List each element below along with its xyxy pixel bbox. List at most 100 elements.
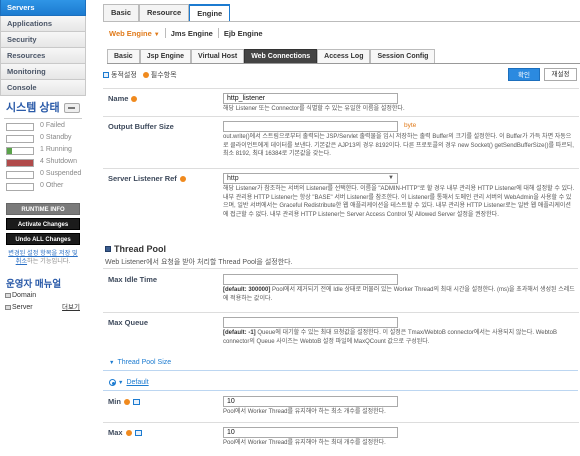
collapse-toggle-icon[interactable] xyxy=(64,103,80,113)
tab-resource[interactable]: Resource xyxy=(139,4,190,21)
field-description: Pool에서 Worker Thread를 유지해야 하는 최대 개수를 설정한… xyxy=(223,440,386,446)
changes-note-text: 하는 기능입니다. xyxy=(27,258,71,265)
status-count: 0 xyxy=(40,170,44,177)
changes-note: 변경된 설정 항목을 저장 및 취소하는 기능입니다. xyxy=(6,250,80,266)
system-status-label: 시스템 상태 xyxy=(6,102,60,114)
output-buffer-input[interactable] xyxy=(223,121,398,132)
form-row-output-buffer: Output Buffer Size byte out.write()에서 스트… xyxy=(103,116,579,168)
status-bar-fill xyxy=(7,160,33,166)
field-description: 해당 Listener 또는 Connector를 식별할 수 있는 유일한 이… xyxy=(223,106,405,112)
divider xyxy=(217,28,219,38)
required-icon xyxy=(142,72,149,78)
status-row-suspended: 0 Suspended xyxy=(0,169,86,181)
tabs-divider xyxy=(103,21,580,22)
fold-label: Thread Pool Size xyxy=(117,359,172,366)
max-queue-input[interactable] xyxy=(223,317,398,328)
status-label: 0 Standby xyxy=(40,134,72,141)
web-engine-tabs: Basic Jsp Engine Virtual Host Web Connec… xyxy=(107,49,436,63)
thread-pool-size-toggle[interactable]: ▼ Thread Pool Size xyxy=(109,359,171,366)
status-label: 0 Other xyxy=(40,182,63,189)
main-panel: Basic Resource Engine Web Engine ▼ Jms En… xyxy=(101,0,580,456)
tab-jsp-engine[interactable]: Jsp Engine xyxy=(139,49,192,63)
divider xyxy=(164,28,166,38)
name-input[interactable]: http_listener xyxy=(223,93,398,104)
form-row-max-idle: Max Idle Time [default: 300000] Pool에서 제… xyxy=(103,270,579,310)
field-description: [default: 300000] Pool에서 제거되기 전에 Idle 상태… xyxy=(223,286,576,303)
subtab-web-engine[interactable]: Web Engine ▼ xyxy=(109,29,165,38)
status-name: Shutdown xyxy=(45,158,77,165)
status-count: 0 xyxy=(40,134,44,141)
max-idle-input[interactable] xyxy=(223,274,398,285)
radio-button[interactable] xyxy=(109,379,116,386)
status-bar xyxy=(6,183,34,191)
subtab-jms-engine[interactable]: Jms Engine xyxy=(171,29,218,38)
default-value: [default: -1] xyxy=(223,330,256,336)
default-option[interactable]: ▼ Default xyxy=(109,379,149,386)
runtime-info-button[interactable]: RUNTIME INFO xyxy=(6,203,80,215)
status-name: Suspended xyxy=(45,170,82,177)
undo-changes-button[interactable]: Undo ALL Changes xyxy=(6,233,80,245)
status-name: Other xyxy=(45,182,64,189)
max-input[interactable]: 10 xyxy=(223,427,398,438)
status-row-failed: 0 Failed xyxy=(0,121,86,133)
tab-engine[interactable]: Engine xyxy=(189,4,231,21)
field-description: [default: -1] Queue에 대기할 수 있는 최대 요청값을 설정… xyxy=(223,329,576,346)
menu-item-domain[interactable]: Domain xyxy=(0,290,86,302)
field-label-text: Min xyxy=(108,397,121,406)
form-row-min: Min 10 Pool에서 Worker Thread를 유지해야 하는 최소 … xyxy=(103,392,579,420)
field-description: out.write()에서 스트림으로부터 출력되는 JSP/Servlet 출… xyxy=(223,134,574,157)
reset-button[interactable]: 재설정 xyxy=(544,68,577,81)
confirm-button[interactable]: 확인 xyxy=(508,68,540,81)
listener-ref-select[interactable]: http ▼ xyxy=(223,173,398,184)
status-row-standby: 0 Standby xyxy=(0,133,86,145)
field-content: 10 Pool에서 Worker Thread를 유지해야 하는 최대 개수를 … xyxy=(223,427,576,448)
nav-applications[interactable]: Applications xyxy=(0,16,86,32)
field-label-text: Name xyxy=(108,94,129,103)
activate-changes-button[interactable]: Activate Changes xyxy=(6,218,80,230)
min-input[interactable]: 10 xyxy=(223,396,398,407)
tab-session-config[interactable]: Session Config xyxy=(370,49,436,63)
status-label: 4 Shutdown xyxy=(40,158,77,165)
top-tabs: Basic Resource Engine xyxy=(103,4,231,21)
field-content: byte out.write()에서 스트림으로부터 출력되는 JSP/Serv… xyxy=(223,121,576,159)
selected-value: http xyxy=(227,175,239,182)
subtab-label: Web Engine xyxy=(109,28,152,38)
operator-menu-title: 운영자 매뉴얼 xyxy=(6,279,62,290)
default-label: Default xyxy=(126,379,149,386)
more-link[interactable]: 더보기 xyxy=(62,302,80,314)
unit-label: byte xyxy=(404,122,417,129)
required-icon xyxy=(125,429,132,436)
section-icon xyxy=(105,246,111,252)
divider xyxy=(103,370,578,371)
nav-monitoring[interactable]: Monitoring xyxy=(0,64,86,80)
required-icon xyxy=(179,175,186,182)
form-row-listener-ref: Server Listener Ref http ▼ 해당 Listener가 … xyxy=(103,168,579,235)
nav-resources[interactable]: Resources xyxy=(0,48,86,64)
legend-required: 필수항목 xyxy=(150,72,177,79)
field-label: Name xyxy=(108,94,138,103)
tab-virtual-host[interactable]: Virtual Host xyxy=(191,49,245,63)
divider xyxy=(4,118,82,119)
sidebar: Servers Applications Security Resources … xyxy=(0,0,86,456)
section-subtitle: Web Listener에서 요청을 받아 처리할 Thread Pool을 설… xyxy=(105,259,293,266)
status-name: Standby xyxy=(45,134,72,141)
tab-basic[interactable]: Basic xyxy=(107,49,140,63)
field-label: Max Idle Time xyxy=(108,275,158,284)
tab-web-connections[interactable]: Web Connections xyxy=(244,49,318,63)
description-text: Pool에서 제거되기 전에 Idle 상태로 머물러 있는 Worker Th… xyxy=(223,287,575,302)
nav-console[interactable]: Console xyxy=(0,80,86,96)
status-row-shutdown: 4 Shutdown xyxy=(0,157,86,169)
form-row-name: Name http_listener 해당 Listener 또는 Connec… xyxy=(103,88,579,115)
tab-basic[interactable]: Basic xyxy=(103,4,140,21)
tab-access-log[interactable]: Access Log xyxy=(317,49,371,63)
subtab-ejb-engine[interactable]: Ejb Engine xyxy=(224,29,268,38)
nav-servers[interactable]: Servers xyxy=(0,0,86,16)
legend: 동적설정 필수항목 xyxy=(103,70,177,80)
menu-item-server[interactable]: Server 더보기 xyxy=(0,302,86,314)
nav-security[interactable]: Security xyxy=(0,32,86,48)
status-row-running: 1 Running xyxy=(0,145,86,157)
form-row-max-queue: Max Queue [default: -1] Queue에 대기할 수 있는 … xyxy=(103,312,579,350)
dynamic-setting-icon xyxy=(132,398,140,405)
field-content: [default: -1] Queue에 대기할 수 있는 최대 요청값을 설정… xyxy=(223,317,576,346)
chevron-down-icon: ▼ xyxy=(118,379,124,386)
